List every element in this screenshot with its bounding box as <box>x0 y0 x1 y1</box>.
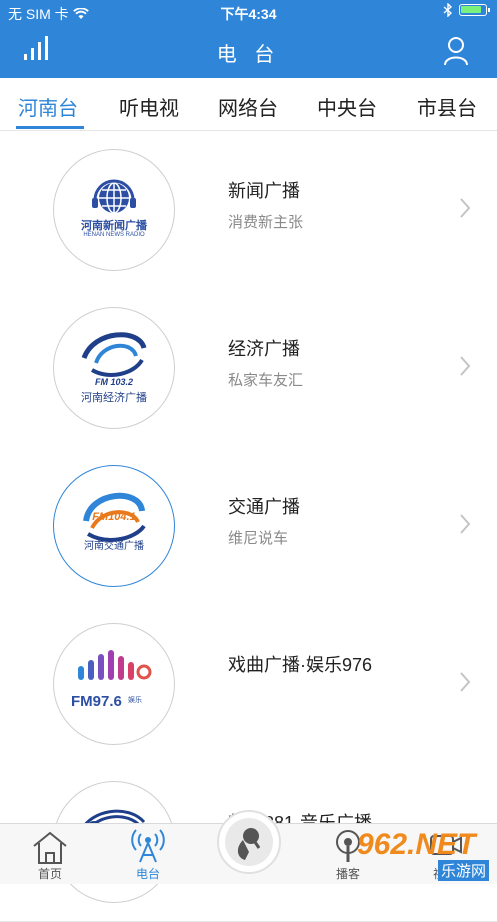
swirl-logo-icon <box>81 332 147 377</box>
station-row[interactable]: FM104.1 河南交通广播 交通广播 维尼说车 <box>0 447 497 606</box>
logo-subtext: 娱乐 <box>128 697 142 704</box>
watermark-subtext: 乐游网 <box>437 860 489 881</box>
logo-subtext: FM104.1 <box>92 511 136 523</box>
radio-tower-icon <box>131 829 165 863</box>
tabbar-label: 电台 <box>135 867 160 881</box>
station-row[interactable]: FM97.6 娱乐 戏曲广播·娱乐976 <box>0 605 497 764</box>
station-desc: 私家车友汇 <box>228 372 304 389</box>
tabbar-home[interactable]: 首页 <box>10 824 90 884</box>
station-row[interactable]: 河南新闻广播 HENAN NEWS RADIO 新闻广播 消费新主张 <box>0 131 497 290</box>
tab-network[interactable]: 网络台 <box>218 92 278 121</box>
page-title: 电 台 <box>216 44 281 66</box>
home-icon <box>33 831 67 864</box>
station-name: 戏曲广播·娱乐976 <box>228 655 373 675</box>
chevron-right-icon <box>460 514 471 534</box>
play-center-button[interactable] <box>217 810 281 874</box>
status-right <box>443 3 490 17</box>
station-name: 新闻广播 <box>228 181 300 201</box>
station-desc: 维尼说车 <box>228 530 289 547</box>
chevron-right-icon <box>460 198 471 218</box>
chevron-right-icon <box>460 356 471 376</box>
station-name: 交通广播 <box>228 497 300 517</box>
chevron-right-icon <box>460 672 471 692</box>
status-time: 下午4:34 <box>220 6 277 22</box>
logo-text: 河南经济广播 <box>81 392 147 404</box>
station-logo <box>53 623 175 745</box>
play-center-icon <box>225 818 273 866</box>
watermark-text: 962.NET <box>357 828 476 861</box>
watermark: 962.NET 乐游网 <box>343 828 493 882</box>
station-name: 经济广播 <box>228 339 300 359</box>
logo-text: FM97.6 <box>71 693 122 710</box>
bluetooth-icon <box>443 3 453 17</box>
tabbar-radio[interactable]: 电台 <box>108 824 188 884</box>
logo-text: 河南交通广播 <box>84 541 144 552</box>
station-logo <box>53 149 175 271</box>
tab-county[interactable]: 市县台 <box>417 92 477 121</box>
nav-bar: 电 台 <box>0 24 497 78</box>
battery-icon <box>459 4 490 16</box>
globe-logo-icon <box>92 179 136 214</box>
station-row[interactable]: FM 103.2 河南经济广播 经济广播 私家车友汇 <box>0 289 497 448</box>
soundwave-logo-icon <box>78 650 152 680</box>
station-desc: 消费新主张 <box>228 214 304 231</box>
tab-henan[interactable]: 河南台 <box>18 92 78 121</box>
logo-subtext: HENAN NEWS RADIO <box>83 232 145 238</box>
logo-text: 河南新闻广播 <box>81 219 147 232</box>
category-tabs: 河南台 听电视 网络台 中央台 市县台 <box>0 78 497 131</box>
logo-subtext: FM 103.2 <box>94 377 134 387</box>
tabbar-label: 首页 <box>37 867 62 881</box>
station-logo <box>53 307 175 429</box>
status-bar: 无 SIM 卡 下午4:34 <box>0 0 497 24</box>
user-icon[interactable] <box>443 36 469 66</box>
station-logo <box>53 465 175 587</box>
tab-active-indicator <box>16 126 84 129</box>
tab-central[interactable]: 中央台 <box>317 92 377 121</box>
tab-tv[interactable]: 听电视 <box>119 92 179 121</box>
swirl-logo-icon <box>83 492 146 542</box>
